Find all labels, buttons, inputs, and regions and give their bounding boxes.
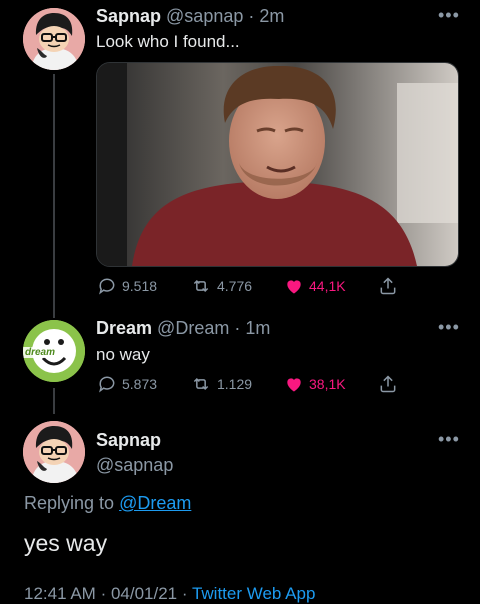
more-icon[interactable]: ••• [438, 6, 460, 24]
separator-dot: · [243, 6, 260, 26]
separator-dot: · [181, 584, 192, 603]
replying-to: Replying to @Dream [24, 493, 191, 514]
display-name[interactable]: Sapnap [96, 430, 161, 451]
retweet-button[interactable]: 4.776 [190, 276, 252, 296]
avatar-image [23, 8, 85, 70]
reply-count: 9.518 [122, 278, 158, 294]
like-count: 38,1K [309, 376, 346, 392]
more-icon[interactable]: ••• [438, 430, 460, 448]
retweet-button[interactable]: 1.129 [190, 374, 252, 394]
tweet-text: Look who I found... [96, 32, 240, 51]
separator-dot: · [229, 318, 246, 338]
retweet-count: 4.776 [217, 278, 253, 294]
meta-date[interactable]: 04/01/21 [111, 584, 177, 603]
username[interactable]: @Dream [157, 318, 229, 338]
thread-line [53, 74, 55, 318]
share-button[interactable] [378, 276, 398, 296]
separator-dot: · [100, 584, 111, 603]
like-icon [287, 378, 301, 392]
more-icon[interactable]: ••• [438, 318, 460, 336]
like-count: 44,1K [309, 278, 346, 294]
like-icon [287, 280, 301, 294]
meta-time[interactable]: 12:41 AM [24, 584, 96, 603]
like-button[interactable]: 44,1K [284, 276, 346, 296]
replying-prefix: Replying to [24, 493, 115, 513]
reply-button[interactable]: 9.518 [97, 276, 157, 296]
share-button[interactable] [378, 374, 398, 394]
display-name[interactable]: Dream [96, 318, 152, 338]
reply-icon [99, 278, 115, 295]
thread-line [53, 388, 55, 414]
timestamp[interactable]: 2m [259, 6, 284, 26]
timestamp[interactable]: 1m [245, 318, 270, 338]
avatar[interactable]: dream [23, 320, 85, 382]
tweet-text: no way [96, 345, 150, 364]
reply-button[interactable]: 5.873 [97, 374, 157, 394]
photo-image [97, 63, 458, 266]
retweet-icon [193, 279, 209, 293]
author-line: Dream @Dream · 1m [96, 318, 270, 339]
username[interactable]: @sapnap [166, 6, 243, 26]
share-icon [380, 277, 396, 295]
share-icon [380, 375, 396, 393]
tweet-text: yes way [24, 530, 108, 556]
avatar[interactable] [23, 8, 85, 70]
tweet-photo[interactable] [96, 62, 459, 267]
avatar-image [23, 421, 85, 483]
reply-count: 5.873 [122, 376, 158, 392]
like-button[interactable]: 38,1K [284, 374, 346, 394]
avatar[interactable] [23, 421, 85, 483]
display-name[interactable]: Sapnap [96, 6, 161, 26]
retweet-count: 1.129 [217, 376, 253, 392]
meta-app-link[interactable]: Twitter Web App [192, 584, 315, 603]
avatar-label: dream [23, 347, 58, 358]
retweet-icon [193, 377, 209, 391]
replying-handle-link[interactable]: @Dream [119, 493, 191, 513]
tweet-meta: 12:41 AM · 04/01/21 · Twitter Web App [24, 584, 315, 604]
author-line: Sapnap @sapnap · 2m [96, 6, 284, 27]
reply-icon [99, 376, 115, 393]
username[interactable]: @sapnap [96, 455, 173, 476]
